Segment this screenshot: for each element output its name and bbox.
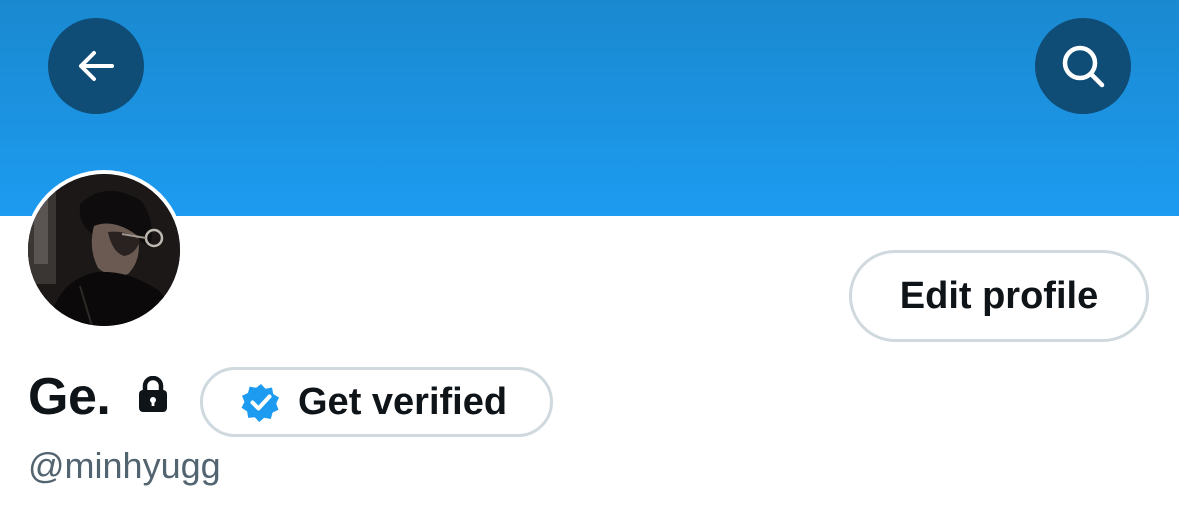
display-name: Ge. [28,368,111,426]
back-button[interactable] [48,18,144,114]
avatar[interactable] [28,174,180,326]
search-button[interactable] [1035,18,1131,114]
edit-profile-button[interactable]: Edit profile [849,250,1149,342]
profile-banner[interactable] [0,0,1179,216]
verified-badge-icon [241,384,279,422]
user-handle: @minhyugg [28,445,221,486]
get-verified-button[interactable]: Get verified [200,367,553,437]
edit-profile-label: Edit profile [899,274,1099,317]
arrow-left-icon [79,51,114,81]
lock-icon [139,376,167,412]
search-icon [1062,45,1105,88]
get-verified-label: Get verified [298,380,508,423]
